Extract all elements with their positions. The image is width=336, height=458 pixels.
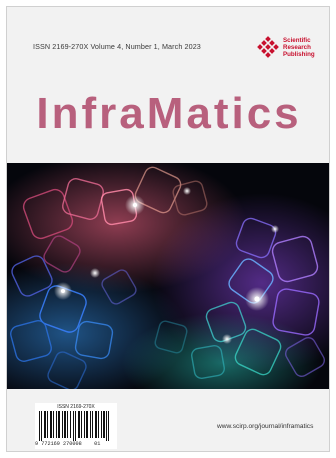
barcode-icon <box>39 411 109 441</box>
barcode-issn-label: ISSN 2169-270X <box>57 404 95 410</box>
barcode-digits: 9 772169 270008 01 <box>35 441 101 447</box>
publisher-name: Scientific Research Publishing <box>283 37 315 58</box>
issn-volume-line: ISSN 2169-270X Volume 4, Number 1, March… <box>33 42 201 51</box>
journal-url[interactable]: www.scirp.org/journal/inframatics <box>217 423 313 430</box>
publisher-logo: Scientific Research Publishing <box>257 35 327 65</box>
journal-cover: ISSN 2169-270X Volume 4, Number 1, March… <box>6 6 330 452</box>
publisher-diamond-icon <box>257 36 279 58</box>
journal-title: InfraMatics <box>36 89 302 138</box>
glowing-squares-illustration <box>7 153 329 413</box>
cover-artwork <box>7 153 329 413</box>
barcode-block: ISSN 2169-270X 9 772169 270008 01 <box>35 403 117 449</box>
